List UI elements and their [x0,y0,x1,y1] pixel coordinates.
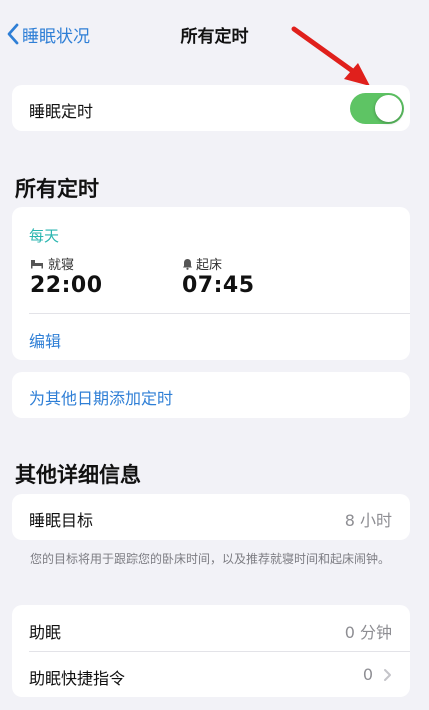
bed-icon [31,260,43,269]
sleep-schedule-label: 睡眠定时 [29,102,94,121]
wind-down-label[interactable]: 助眠 [29,619,61,643]
schedule-days: 每天 [29,227,60,245]
wake-label-row: 起床 [182,254,222,273]
wind-down-shortcuts-label[interactable]: 助眠快捷指令 [29,665,125,689]
bedtime-label: 就寝 [48,258,75,273]
red-arrow-annotation [291,26,370,86]
wind-down-card: 助眠 0 分钟 助眠快捷指令 0 [12,605,410,697]
sleep-goal-row[interactable]: 睡眠目标 8 小时 [12,494,410,540]
all-schedules-heading: 所有定时 [15,177,99,201]
wake-time-value: 07:45 [182,273,255,298]
add-schedule-link[interactable]: 为其他日期添加定时 [29,385,173,409]
edit-schedule-link[interactable]: 编辑 [29,328,61,352]
bedtime-value: 22:00 [30,273,103,298]
bell-icon [183,258,192,270]
toggle-knob [375,95,402,122]
sleep-goal-label: 睡眠目标 [29,511,94,530]
other-details-heading: 其他详细信息 [15,463,141,487]
add-schedule-card[interactable]: 为其他日期添加定时 [12,372,410,418]
wind-down-shortcuts-count: 0 [362,665,373,684]
wind-down-value: 0 分钟 [344,623,392,642]
sleep-goal-value: 8 小时 [344,511,392,530]
bedtime-label-row: 就寝 [30,254,74,273]
sleep-goal-footnote: 您的目标将用于跟踪您的卧床时间，以及推荐就寝时间和起床闹钟。 [30,552,391,566]
sleep-schedule-card: 睡眠定时 [12,85,410,131]
schedule-divider [29,313,410,314]
wake-label: 起床 [196,258,223,273]
wind-down-divider [29,651,410,652]
wind-down-shortcuts-value: 0 [363,665,392,684]
schedule-card[interactable]: 每天 就寝 22:00 起床 07:45 编辑 [12,207,410,360]
chevron-right-icon [384,668,391,681]
sleep-schedule-toggle[interactable] [350,93,404,124]
